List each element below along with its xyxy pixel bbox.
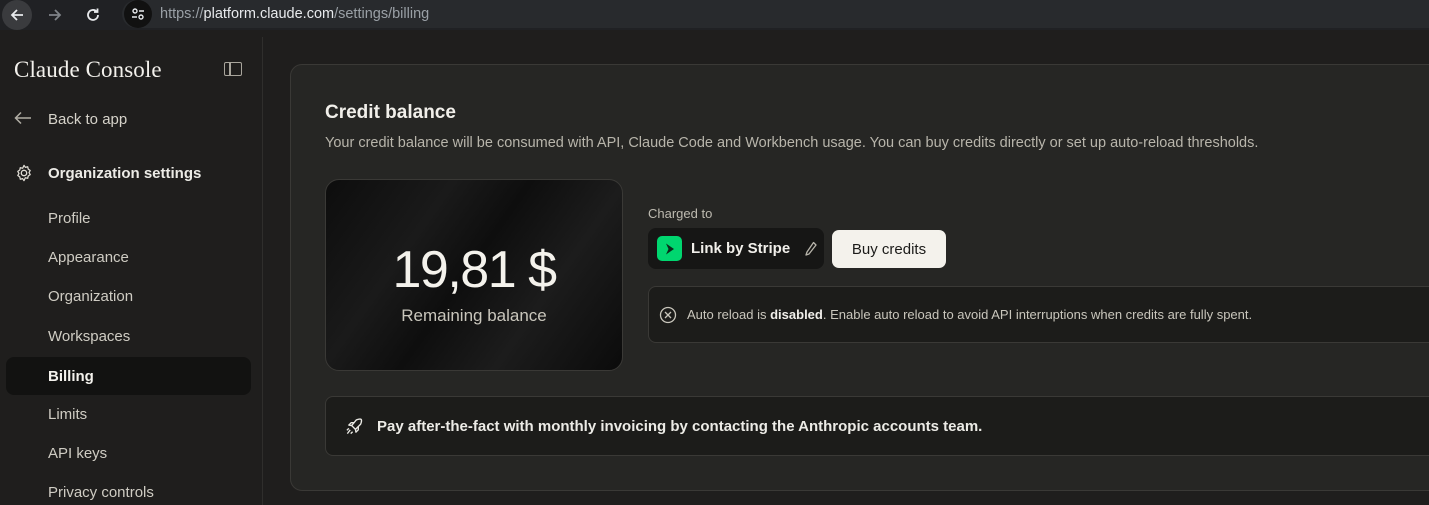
url-text: https://platform.claude.com/settings/bil… bbox=[160, 6, 429, 22]
payment-method-label: Link by Stripe bbox=[691, 240, 791, 257]
sidebar-item-label: Appearance bbox=[48, 248, 129, 266]
sidebar-item-label: API keys bbox=[48, 444, 108, 462]
sidebar-item-label: Profile bbox=[48, 209, 91, 227]
url-host: platform.claude.com bbox=[203, 6, 335, 22]
buy-credits-button[interactable]: Buy credits bbox=[832, 230, 946, 268]
browser-toolbar: https://platform.claude.com/settings/bil… bbox=[0, 0, 1429, 30]
sidebar: Claude Console Back to app Organization … bbox=[0, 37, 263, 505]
reload-icon bbox=[87, 8, 99, 21]
invoicing-banner: Pay after-the-fact with monthly invoicin… bbox=[325, 396, 1429, 456]
sidebar-item-label: Limits bbox=[48, 405, 88, 423]
back-to-app-label: Back to app bbox=[48, 111, 128, 128]
browser-back-button[interactable] bbox=[2, 0, 32, 30]
edit-pencil-icon[interactable] bbox=[804, 241, 818, 257]
organization-settings-heading: Organization settings bbox=[14, 163, 201, 183]
arrow-left-icon bbox=[10, 9, 23, 21]
sidebar-item-appearance[interactable]: Appearance bbox=[6, 238, 251, 276]
brand-title: Claude Console bbox=[14, 57, 162, 82]
organization-settings-label: Organization settings bbox=[48, 164, 202, 182]
sidebar-item-privacy-controls[interactable]: Privacy controls bbox=[6, 473, 251, 505]
sidebar-item-workspaces[interactable]: Workspaces bbox=[6, 317, 251, 355]
auto-reload-status: disabled bbox=[770, 307, 823, 322]
auto-reload-suffix: . Enable auto reload to avoid API interr… bbox=[822, 307, 1253, 322]
invoicing-text: Pay after-the-fact with monthly invoicin… bbox=[377, 417, 983, 435]
credit-balance-title: Credit balance bbox=[325, 102, 456, 123]
sidebar-item-label: Billing bbox=[48, 367, 94, 385]
back-to-app-link[interactable]: Back to app bbox=[14, 109, 127, 130]
sidebar-item-label: Workspaces bbox=[48, 327, 131, 345]
auto-reload-notice: Auto reload is disabled. Enable auto rel… bbox=[648, 286, 1429, 343]
url-path: /settings/billing bbox=[334, 6, 430, 22]
site-info-icon[interactable] bbox=[124, 0, 152, 28]
browser-reload-button[interactable] bbox=[78, 0, 108, 30]
sidebar-item-billing[interactable]: Billing bbox=[6, 357, 251, 395]
payment-method-chip[interactable]: Link by Stripe bbox=[648, 228, 824, 269]
url-prefix: https:// bbox=[160, 6, 204, 22]
sidebar-item-label: Privacy controls bbox=[48, 483, 154, 501]
balance-amount: 19,81 $ bbox=[392, 241, 558, 299]
gear-icon bbox=[14, 163, 34, 183]
address-bar[interactable]: https://platform.claude.com/settings/bil… bbox=[122, 0, 1429, 28]
sidebar-toggle-icon[interactable] bbox=[224, 62, 242, 76]
balance-tile: 19,81 $ Remaining balance bbox=[325, 179, 623, 371]
browser-forward-button[interactable] bbox=[40, 0, 70, 30]
arrow-right-icon bbox=[49, 9, 62, 21]
sidebar-item-limits[interactable]: Limits bbox=[6, 395, 251, 433]
sidebar-item-profile[interactable]: Profile bbox=[6, 199, 251, 237]
arrow-left-icon bbox=[14, 109, 34, 130]
credit-balance-card: Credit balance Your credit balance will … bbox=[290, 64, 1429, 491]
close-circle-icon bbox=[658, 305, 677, 324]
auto-reload-prefix: Auto reload is bbox=[687, 307, 771, 322]
sidebar-item-api-keys[interactable]: API keys bbox=[6, 434, 251, 472]
charged-to-label: Charged to bbox=[648, 206, 713, 221]
balance-label: Remaining balance bbox=[401, 306, 547, 325]
sidebar-item-organization[interactable]: Organization bbox=[6, 277, 251, 315]
sidebar-item-label: Organization bbox=[48, 287, 134, 305]
credit-balance-description: Your credit balance will be consumed wit… bbox=[325, 135, 1259, 151]
stripe-logo-icon bbox=[657, 236, 682, 261]
rocket-icon bbox=[344, 416, 364, 436]
auto-reload-text: Auto reload is disabled. Enable auto rel… bbox=[687, 307, 1252, 322]
